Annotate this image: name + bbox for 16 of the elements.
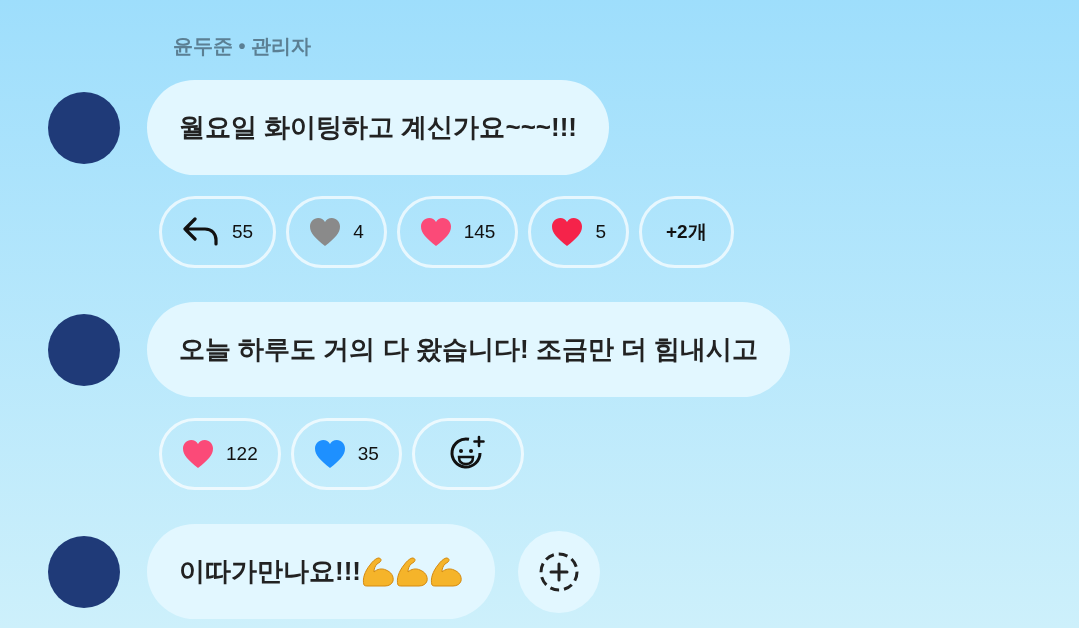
add-emoji-button[interactable] [411,418,524,490]
reaction-button[interactable]: 5 [528,196,629,268]
message-text: 오늘 하루도 거의 다 왔습니다! 조금만 더 힘내시고 [179,333,759,366]
flexed-arm-icon [429,555,463,588]
reply-button[interactable]: 55 [159,196,277,268]
reaction-button[interactable]: 145 [396,196,519,268]
sender-name: 윤두준 • 관리자 [173,34,313,59]
flexed-arm-icon [361,555,395,588]
reaction-button[interactable]: 122 [159,418,281,490]
reaction-button[interactable]: 35 [290,418,402,490]
message-text: 이따가만나요!!! [179,555,361,588]
more-reactions-button[interactable]: +2개 [639,196,734,268]
flexed-arm-icon [395,555,429,588]
reply-icon [182,217,220,247]
message-text: 월요일 화이팅하고 계신가요~~~!!! [179,111,577,144]
reaction-button[interactable]: 4 [286,196,387,268]
